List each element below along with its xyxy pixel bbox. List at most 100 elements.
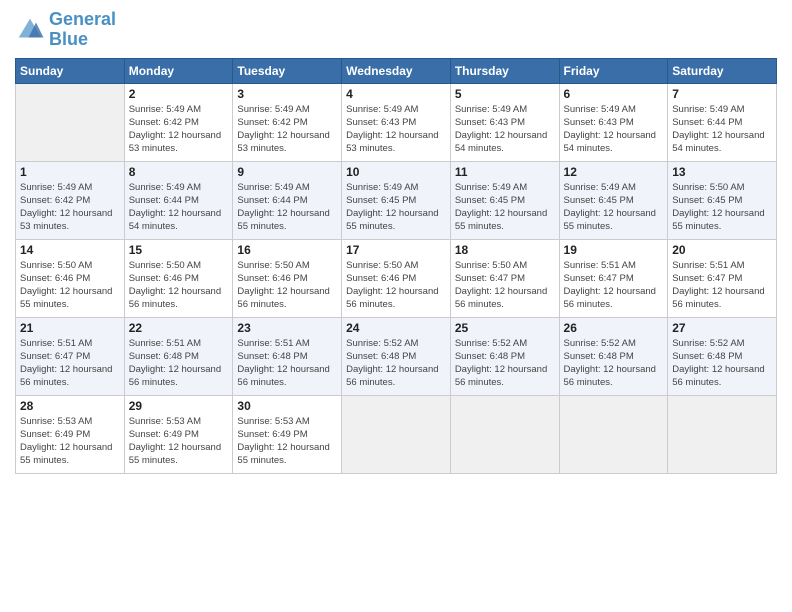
calendar-day: 10 Sunrise: 5:49 AM Sunset: 6:45 PM Dayl… xyxy=(342,161,451,239)
day-detail: Sunrise: 5:52 AM Sunset: 6:48 PM Dayligh… xyxy=(346,337,446,390)
day-detail: Sunrise: 5:52 AM Sunset: 6:48 PM Dayligh… xyxy=(672,337,772,390)
calendar-day: 17 Sunrise: 5:50 AM Sunset: 6:46 PM Dayl… xyxy=(342,239,451,317)
day-number: 3 xyxy=(237,87,337,101)
day-number: 16 xyxy=(237,243,337,257)
day-number: 17 xyxy=(346,243,446,257)
day-detail: Sunrise: 5:51 AM Sunset: 6:48 PM Dayligh… xyxy=(237,337,337,390)
day-detail: Sunrise: 5:50 AM Sunset: 6:47 PM Dayligh… xyxy=(455,259,555,312)
day-detail: Sunrise: 5:53 AM Sunset: 6:49 PM Dayligh… xyxy=(20,415,120,468)
weekday-header: Saturday xyxy=(668,58,777,83)
logo-icon xyxy=(15,15,45,45)
header: General Blue xyxy=(15,10,777,50)
calendar-day: 11 Sunrise: 5:49 AM Sunset: 6:45 PM Dayl… xyxy=(450,161,559,239)
calendar-day: 19 Sunrise: 5:51 AM Sunset: 6:47 PM Dayl… xyxy=(559,239,668,317)
calendar-day: 24 Sunrise: 5:52 AM Sunset: 6:48 PM Dayl… xyxy=(342,317,451,395)
day-number: 5 xyxy=(455,87,555,101)
day-number: 15 xyxy=(129,243,229,257)
day-number: 20 xyxy=(672,243,772,257)
day-number: 7 xyxy=(672,87,772,101)
day-detail: Sunrise: 5:49 AM Sunset: 6:44 PM Dayligh… xyxy=(672,103,772,156)
calendar-day: 25 Sunrise: 5:52 AM Sunset: 6:48 PM Dayl… xyxy=(450,317,559,395)
calendar-day: 12 Sunrise: 5:49 AM Sunset: 6:45 PM Dayl… xyxy=(559,161,668,239)
day-detail: Sunrise: 5:51 AM Sunset: 6:47 PM Dayligh… xyxy=(672,259,772,312)
day-number: 27 xyxy=(672,321,772,335)
calendar-week-row: 28 Sunrise: 5:53 AM Sunset: 6:49 PM Dayl… xyxy=(16,395,777,473)
day-detail: Sunrise: 5:51 AM Sunset: 6:47 PM Dayligh… xyxy=(20,337,120,390)
day-detail: Sunrise: 5:50 AM Sunset: 6:46 PM Dayligh… xyxy=(346,259,446,312)
calendar-day: 6 Sunrise: 5:49 AM Sunset: 6:43 PM Dayli… xyxy=(559,83,668,161)
calendar-day: 4 Sunrise: 5:49 AM Sunset: 6:43 PM Dayli… xyxy=(342,83,451,161)
calendar-week-row: 21 Sunrise: 5:51 AM Sunset: 6:47 PM Dayl… xyxy=(16,317,777,395)
weekday-header: Thursday xyxy=(450,58,559,83)
calendar-day: 13 Sunrise: 5:50 AM Sunset: 6:45 PM Dayl… xyxy=(668,161,777,239)
day-number: 26 xyxy=(564,321,664,335)
calendar-day: 28 Sunrise: 5:53 AM Sunset: 6:49 PM Dayl… xyxy=(16,395,125,473)
day-number: 24 xyxy=(346,321,446,335)
calendar-day: 21 Sunrise: 5:51 AM Sunset: 6:47 PM Dayl… xyxy=(16,317,125,395)
calendar-day: 8 Sunrise: 5:49 AM Sunset: 6:44 PM Dayli… xyxy=(124,161,233,239)
day-number: 21 xyxy=(20,321,120,335)
calendar-day: 7 Sunrise: 5:49 AM Sunset: 6:44 PM Dayli… xyxy=(668,83,777,161)
day-detail: Sunrise: 5:52 AM Sunset: 6:48 PM Dayligh… xyxy=(564,337,664,390)
day-detail: Sunrise: 5:51 AM Sunset: 6:47 PM Dayligh… xyxy=(564,259,664,312)
day-detail: Sunrise: 5:53 AM Sunset: 6:49 PM Dayligh… xyxy=(237,415,337,468)
day-number: 23 xyxy=(237,321,337,335)
day-number: 18 xyxy=(455,243,555,257)
day-detail: Sunrise: 5:49 AM Sunset: 6:42 PM Dayligh… xyxy=(237,103,337,156)
calendar-day: 22 Sunrise: 5:51 AM Sunset: 6:48 PM Dayl… xyxy=(124,317,233,395)
calendar-header-row: SundayMondayTuesdayWednesdayThursdayFrid… xyxy=(16,58,777,83)
calendar-day: 1 Sunrise: 5:49 AM Sunset: 6:42 PM Dayli… xyxy=(16,161,125,239)
day-detail: Sunrise: 5:49 AM Sunset: 6:42 PM Dayligh… xyxy=(20,181,120,234)
day-detail: Sunrise: 5:49 AM Sunset: 6:43 PM Dayligh… xyxy=(346,103,446,156)
day-detail: Sunrise: 5:53 AM Sunset: 6:49 PM Dayligh… xyxy=(129,415,229,468)
calendar-day: 9 Sunrise: 5:49 AM Sunset: 6:44 PM Dayli… xyxy=(233,161,342,239)
day-detail: Sunrise: 5:49 AM Sunset: 6:43 PM Dayligh… xyxy=(455,103,555,156)
calendar-day: 18 Sunrise: 5:50 AM Sunset: 6:47 PM Dayl… xyxy=(450,239,559,317)
day-number: 19 xyxy=(564,243,664,257)
weekday-header: Wednesday xyxy=(342,58,451,83)
empty-day xyxy=(342,395,451,473)
empty-day xyxy=(559,395,668,473)
day-number: 4 xyxy=(346,87,446,101)
day-number: 1 xyxy=(20,165,120,179)
calendar-day: 29 Sunrise: 5:53 AM Sunset: 6:49 PM Dayl… xyxy=(124,395,233,473)
weekday-header: Friday xyxy=(559,58,668,83)
day-detail: Sunrise: 5:50 AM Sunset: 6:46 PM Dayligh… xyxy=(237,259,337,312)
calendar-week-row: 14 Sunrise: 5:50 AM Sunset: 6:46 PM Dayl… xyxy=(16,239,777,317)
weekday-header: Sunday xyxy=(16,58,125,83)
day-number: 14 xyxy=(20,243,120,257)
day-detail: Sunrise: 5:49 AM Sunset: 6:45 PM Dayligh… xyxy=(564,181,664,234)
day-detail: Sunrise: 5:50 AM Sunset: 6:46 PM Dayligh… xyxy=(20,259,120,312)
calendar-day: 27 Sunrise: 5:52 AM Sunset: 6:48 PM Dayl… xyxy=(668,317,777,395)
calendar-day: 26 Sunrise: 5:52 AM Sunset: 6:48 PM Dayl… xyxy=(559,317,668,395)
weekday-header: Monday xyxy=(124,58,233,83)
day-detail: Sunrise: 5:49 AM Sunset: 6:42 PM Dayligh… xyxy=(129,103,229,156)
calendar-day: 15 Sunrise: 5:50 AM Sunset: 6:46 PM Dayl… xyxy=(124,239,233,317)
day-number: 11 xyxy=(455,165,555,179)
day-number: 30 xyxy=(237,399,337,413)
calendar-day: 14 Sunrise: 5:50 AM Sunset: 6:46 PM Dayl… xyxy=(16,239,125,317)
calendar-week-row: 2 Sunrise: 5:49 AM Sunset: 6:42 PM Dayli… xyxy=(16,83,777,161)
day-number: 28 xyxy=(20,399,120,413)
day-detail: Sunrise: 5:49 AM Sunset: 6:45 PM Dayligh… xyxy=(346,181,446,234)
day-detail: Sunrise: 5:51 AM Sunset: 6:48 PM Dayligh… xyxy=(129,337,229,390)
calendar-day: 23 Sunrise: 5:51 AM Sunset: 6:48 PM Dayl… xyxy=(233,317,342,395)
logo-text: General Blue xyxy=(49,10,116,50)
day-number: 6 xyxy=(564,87,664,101)
page: General Blue SundayMondayTuesdayWednesda… xyxy=(0,0,792,612)
day-detail: Sunrise: 5:49 AM Sunset: 6:45 PM Dayligh… xyxy=(455,181,555,234)
day-detail: Sunrise: 5:49 AM Sunset: 6:44 PM Dayligh… xyxy=(129,181,229,234)
day-number: 12 xyxy=(564,165,664,179)
empty-day xyxy=(16,83,125,161)
calendar-day: 30 Sunrise: 5:53 AM Sunset: 6:49 PM Dayl… xyxy=(233,395,342,473)
empty-day xyxy=(450,395,559,473)
day-number: 9 xyxy=(237,165,337,179)
day-number: 25 xyxy=(455,321,555,335)
calendar-body: 2 Sunrise: 5:49 AM Sunset: 6:42 PM Dayli… xyxy=(16,83,777,473)
calendar-day: 20 Sunrise: 5:51 AM Sunset: 6:47 PM Dayl… xyxy=(668,239,777,317)
calendar-day: 16 Sunrise: 5:50 AM Sunset: 6:46 PM Dayl… xyxy=(233,239,342,317)
day-number: 8 xyxy=(129,165,229,179)
calendar-day: 3 Sunrise: 5:49 AM Sunset: 6:42 PM Dayli… xyxy=(233,83,342,161)
day-number: 10 xyxy=(346,165,446,179)
calendar: SundayMondayTuesdayWednesdayThursdayFrid… xyxy=(15,58,777,474)
